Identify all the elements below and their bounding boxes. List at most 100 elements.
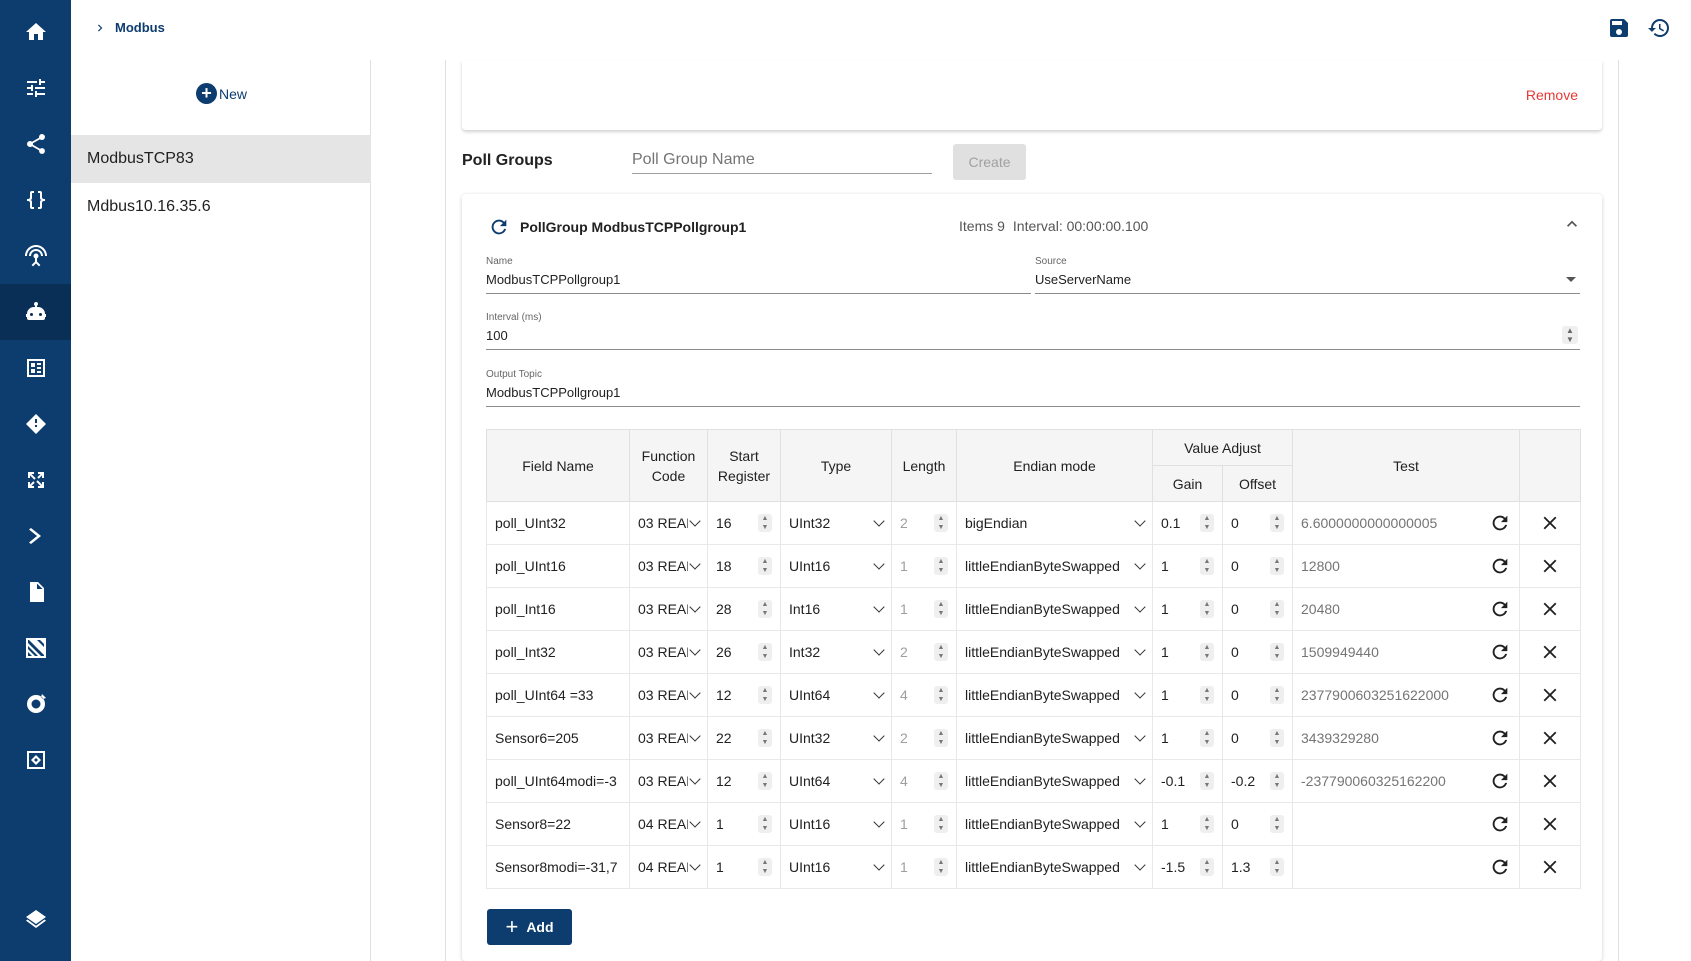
refresh-icon[interactable] <box>1489 727 1511 749</box>
delete-row-button[interactable] <box>1519 716 1582 760</box>
gain-input[interactable]: 1 ▲ ▼ <box>1152 630 1223 674</box>
create-button[interactable]: Create <box>953 144 1026 180</box>
start-register-input[interactable]: 26 ▲ ▼ <box>707 630 781 674</box>
type-select[interactable]: UInt16 <box>780 544 892 588</box>
offset-input[interactable]: 0 ▲ ▼ <box>1222 587 1294 631</box>
start-register-input[interactable]: 1 ▲ ▼ <box>707 845 781 889</box>
gain-input[interactable]: -0.1 ▲ ▼ <box>1152 759 1223 803</box>
field-name[interactable]: Sensor8=22 <box>495 816 571 832</box>
function-code-select[interactable]: 03 READ <box>629 716 708 760</box>
nav-share[interactable] <box>0 116 71 172</box>
nav-antenna[interactable] <box>0 228 71 284</box>
delete-row-button[interactable] <box>1519 673 1582 717</box>
offset-input[interactable]: 0 ▲ ▼ <box>1222 630 1294 674</box>
delete-row-button[interactable] <box>1519 759 1582 803</box>
nav-settings[interactable] <box>0 676 71 732</box>
save-icon[interactable] <box>1607 16 1631 40</box>
output-topic-value[interactable]: ModbusTCPPollgroup1 <box>486 383 1580 407</box>
refresh-icon[interactable] <box>1489 512 1511 534</box>
restore-icon[interactable] <box>1647 16 1671 40</box>
name-value[interactable]: ModbusTCPPollgroup1 <box>486 270 1031 294</box>
nav-terminal[interactable] <box>0 508 71 564</box>
spinner-icon[interactable]: ▲ ▼ <box>1270 772 1285 790</box>
field-name-cell[interactable]: Sensor8modi=-31,7 <box>486 845 630 889</box>
spinner-icon[interactable]: ▲ ▼ <box>1270 686 1285 704</box>
delete-row-button[interactable] <box>1519 845 1582 889</box>
nav-code[interactable] <box>0 172 71 228</box>
start-register-input[interactable]: 1 ▲ ▼ <box>707 802 781 846</box>
endian-select[interactable]: bigEndian <box>956 501 1153 545</box>
type-select[interactable]: UInt32 <box>780 716 892 760</box>
source-field[interactable]: Source UseServerName <box>1035 256 1580 294</box>
spinner-icon[interactable]: ▲ ▼ <box>1200 557 1214 575</box>
endian-select[interactable]: littleEndianByteSwapped <box>956 630 1153 674</box>
connection-item[interactable]: Mdbus10.16.35.6 <box>71 183 371 231</box>
nav-diamond[interactable] <box>0 396 71 452</box>
type-select[interactable]: UInt64 <box>780 673 892 717</box>
endian-select[interactable]: littleEndianByteSwapped <box>956 759 1153 803</box>
function-code-select[interactable]: 03 READ <box>629 587 708 631</box>
offset-input[interactable]: 0 ▲ ▼ <box>1222 501 1294 545</box>
refresh-icon[interactable] <box>1489 856 1511 878</box>
gain-input[interactable]: 1 ▲ ▼ <box>1152 716 1223 760</box>
endian-select[interactable]: littleEndianByteSwapped <box>956 587 1153 631</box>
field-name[interactable]: poll_UInt64modi=-3 <box>495 773 617 789</box>
gain-input[interactable]: 1 ▲ ▼ <box>1152 587 1223 631</box>
refresh-icon[interactable] <box>1489 555 1511 577</box>
type-select[interactable]: UInt32 <box>780 501 892 545</box>
refresh-icon[interactable] <box>1489 813 1511 835</box>
offset-input[interactable]: 0 ▲ ▼ <box>1222 544 1294 588</box>
nav-transform[interactable] <box>0 452 71 508</box>
pollgroup-header[interactable]: PollGroup ModbusTCPPollgroup1 <box>488 216 746 238</box>
type-select[interactable]: UInt16 <box>780 802 892 846</box>
offset-input[interactable]: -0.2 ▲ ▼ <box>1222 759 1294 803</box>
nav-stripes[interactable] <box>0 620 71 676</box>
remove-button[interactable]: Remove <box>1526 87 1578 103</box>
offset-input[interactable]: 0 ▲ ▼ <box>1222 673 1294 717</box>
breadcrumb-current[interactable]: Modbus <box>115 20 165 35</box>
start-register-input[interactable]: 12 ▲ ▼ <box>707 759 781 803</box>
spinner-icon[interactable]: ▲ ▼ <box>758 514 772 532</box>
function-code-select[interactable]: 03 READ <box>629 544 708 588</box>
offset-input[interactable]: 0 ▲ ▼ <box>1222 716 1294 760</box>
function-code-select[interactable]: 04 READ <box>629 845 708 889</box>
delete-row-button[interactable] <box>1519 802 1582 846</box>
nav-dashboard[interactable] <box>0 340 71 396</box>
interval-input[interactable]: 100 ▲ ▼ <box>486 326 1580 350</box>
new-connection-button[interactable]: + New <box>196 83 247 104</box>
spinner-icon[interactable]: ▲ ▼ <box>758 858 772 876</box>
spinner-icon[interactable]: ▲ ▼ <box>758 686 772 704</box>
field-name-cell[interactable]: poll_Int16 <box>486 587 630 631</box>
spinner-icon[interactable]: ▲ ▼ <box>1270 514 1285 532</box>
field-name[interactable]: poll_Int16 <box>495 601 556 617</box>
refresh-icon[interactable] <box>1489 598 1511 620</box>
function-code-select[interactable]: 03 READ <box>629 501 708 545</box>
spinner-icon[interactable]: ▲ ▼ <box>758 643 772 661</box>
spinner-icon[interactable]: ▲ ▼ <box>1270 858 1285 876</box>
type-select[interactable]: Int32 <box>780 630 892 674</box>
type-select[interactable]: UInt64 <box>780 759 892 803</box>
gain-input[interactable]: 1 ▲ ▼ <box>1152 673 1223 717</box>
field-name-cell[interactable]: poll_UInt32 <box>486 501 630 545</box>
spinner-icon[interactable]: ▲ ▼ <box>1200 815 1214 833</box>
start-register-input[interactable]: 12 ▲ ▼ <box>707 673 781 717</box>
gain-input[interactable]: 1 ▲ ▼ <box>1152 802 1223 846</box>
spinner-icon[interactable]: ▲ ▼ <box>1200 643 1214 661</box>
spinner-icon[interactable]: ▲ ▼ <box>1562 326 1578 344</box>
gain-input[interactable]: 1 ▲ ▼ <box>1152 544 1223 588</box>
spinner-icon[interactable]: ▲ ▼ <box>1270 729 1285 747</box>
start-register-input[interactable]: 28 ▲ ▼ <box>707 587 781 631</box>
gain-input[interactable]: 0.1 ▲ ▼ <box>1152 501 1223 545</box>
spinner-icon[interactable]: ▲ ▼ <box>1200 600 1214 618</box>
spinner-icon[interactable]: ▲ ▼ <box>1200 729 1214 747</box>
function-code-select[interactable]: 03 READ <box>629 673 708 717</box>
offset-input[interactable]: 0 ▲ ▼ <box>1222 802 1294 846</box>
refresh-icon[interactable] <box>1489 770 1511 792</box>
function-code-select[interactable]: 03 READ <box>629 630 708 674</box>
spinner-icon[interactable]: ▲ ▼ <box>1270 600 1285 618</box>
interval-field[interactable]: Interval (ms) 100 ▲ ▼ <box>486 312 1580 350</box>
spinner-icon[interactable]: ▲ ▼ <box>1200 772 1214 790</box>
spinner-icon[interactable]: ▲ ▼ <box>1200 686 1214 704</box>
field-name-cell[interactable]: poll_UInt64 =33 <box>486 673 630 717</box>
endian-select[interactable]: littleEndianByteSwapped <box>956 673 1153 717</box>
